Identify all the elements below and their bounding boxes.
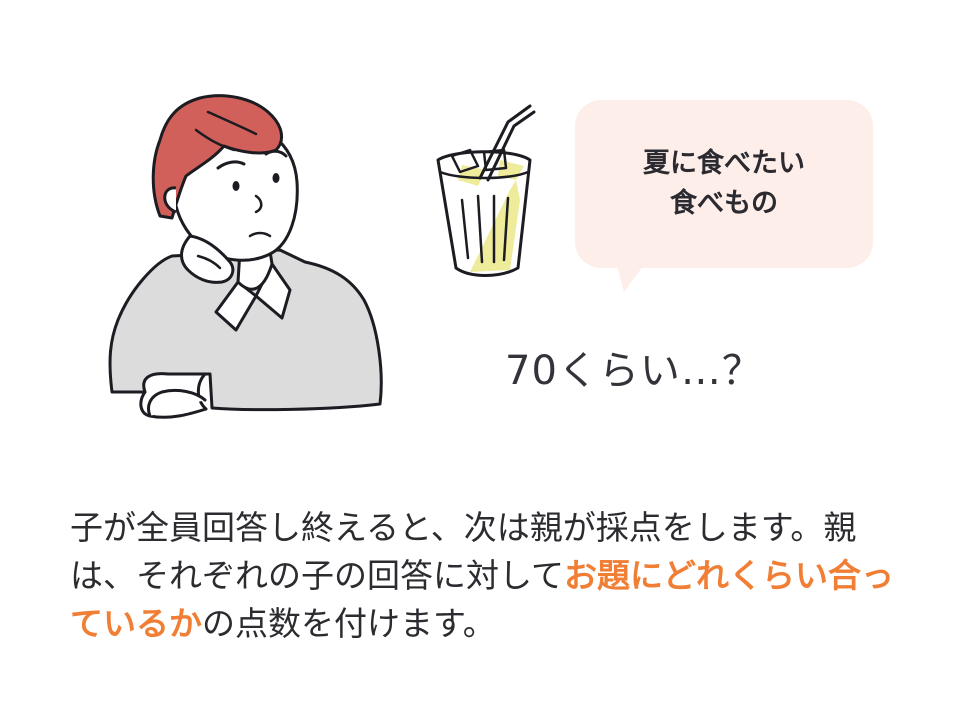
bubble-line-2: 食べもの <box>670 188 778 219</box>
guess-text: 70くらい…？ <box>505 348 763 394</box>
bubble-line-1: 夏に食べたい <box>643 148 805 179</box>
caption-part-2: の点数を付けます。 <box>202 604 496 643</box>
speech-bubble-tail <box>616 262 646 292</box>
speech-bubble-text: 夏に食べたい 食べもの <box>575 144 873 224</box>
caption: 子が全員回答し終えると、次は親が採点をします。親は、それぞれの子の回答に対してお… <box>70 504 900 648</box>
